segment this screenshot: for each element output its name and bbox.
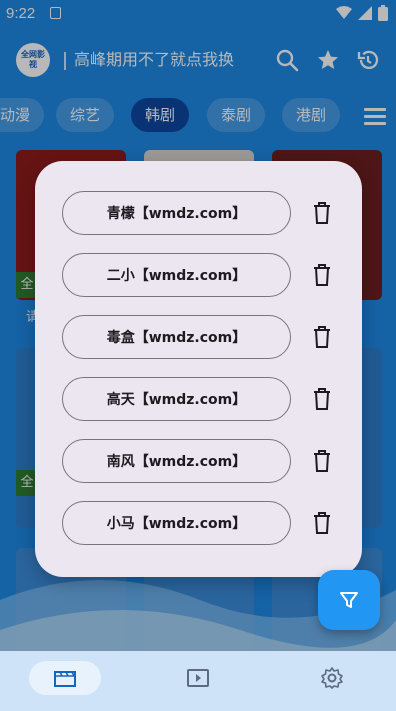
source-item-button[interactable]: 小马【wmdz.com】 [62, 501, 291, 545]
delete-icon[interactable] [311, 325, 333, 349]
delete-icon[interactable] [311, 263, 333, 287]
source-item-button[interactable]: 青檬【wmdz.com】 [62, 191, 291, 235]
bottom-nav [0, 651, 396, 711]
filter-button[interactable] [318, 570, 380, 630]
filter-icon [340, 592, 358, 608]
source-item-button[interactable]: 高天【wmdz.com】 [62, 377, 291, 421]
source-item-button[interactable]: 南风【wmdz.com】 [62, 439, 291, 483]
nav-settings[interactable] [310, 661, 354, 695]
delete-icon[interactable] [311, 449, 333, 473]
delete-icon[interactable] [311, 511, 333, 535]
nav-movies[interactable] [29, 661, 101, 695]
source-dialog: 青檬【wmdz.com】 二小【wmdz.com】 毒盒【wmdz.com】 高… [35, 161, 362, 577]
play-icon [187, 669, 209, 687]
movie-icon [54, 671, 76, 687]
nav-player[interactable] [176, 661, 220, 695]
delete-icon[interactable] [311, 201, 333, 225]
settings-icon [321, 667, 343, 689]
source-item-button[interactable]: 毒盒【wmdz.com】 [62, 315, 291, 359]
source-item-button[interactable]: 二小【wmdz.com】 [62, 253, 291, 297]
delete-icon[interactable] [311, 387, 333, 411]
